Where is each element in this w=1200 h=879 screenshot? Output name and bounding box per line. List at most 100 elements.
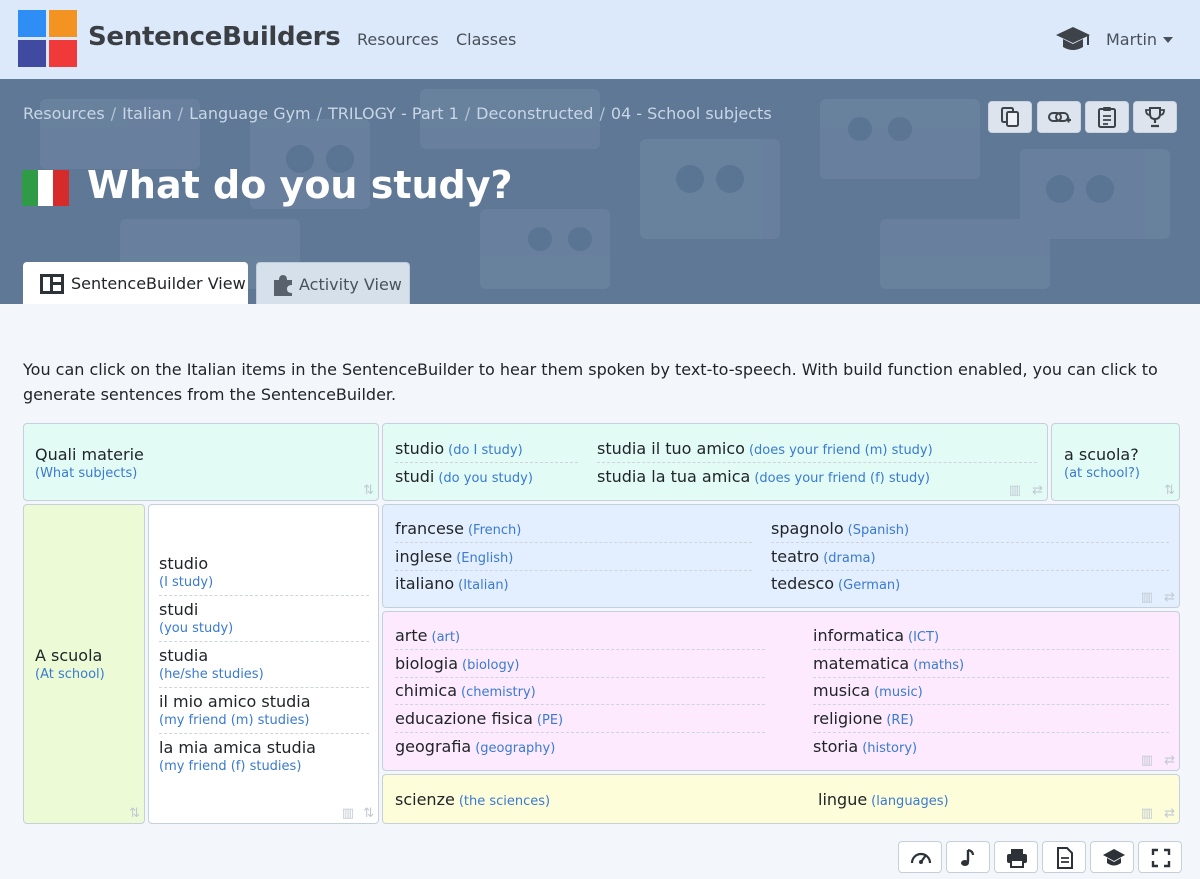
sort-arrows-icon[interactable]: ⇅ (1164, 483, 1175, 498)
swap-arrows-icon[interactable]: ⇄ (1164, 590, 1175, 605)
swap-arrows-icon[interactable]: ⇄ (1032, 483, 1043, 498)
nav-link-classes[interactable]: Classes (456, 30, 516, 49)
item-educazione-fisica[interactable]: educazione fisica (PE) (395, 706, 765, 733)
block-extra-subjects[interactable]: scienze (the sciences) lingue (languages) … (382, 774, 1180, 824)
block-verbs[interactable]: studio (I study) studi (you study) studi… (148, 504, 379, 824)
brand-name[interactable]: SentenceBuilders (88, 22, 341, 52)
item-tedesco[interactable]: tedesco (German) (771, 571, 1169, 598)
item-inglese[interactable]: inglese (English) (395, 544, 752, 571)
item-geografia[interactable]: geografia (geography) (395, 734, 765, 761)
item-italiano[interactable]: italiano (Italian) (395, 571, 752, 598)
item-matematica[interactable]: matematica (maths) (813, 651, 1169, 678)
english-text: (do I study) (448, 443, 523, 458)
breadcrumb-item-resources[interactable]: Resources (23, 104, 105, 123)
user-menu-name[interactable]: Martin (1106, 30, 1157, 49)
divider (597, 462, 1037, 463)
item-informatica[interactable]: informatica (ICT) (813, 623, 1169, 650)
item-a-scuola-q[interactable]: a scuola? (at school?) (1064, 445, 1140, 481)
block-quali-materie[interactable]: Quali materie (What subjects) ⇅ (23, 423, 379, 501)
copy-button[interactable] (988, 101, 1032, 133)
tab-sentencebuilder-view[interactable]: SentenceBuilder View (23, 262, 248, 304)
italian-text: informatica (ICT) (813, 626, 940, 645)
item-biologia[interactable]: biologia (biology) (395, 651, 765, 678)
italian-text: la mia amica studia (159, 738, 316, 757)
speed-button[interactable] (898, 841, 942, 873)
item-studio-q[interactable]: studio (do I study) (395, 439, 523, 458)
italian-text: storia (history) (813, 737, 918, 756)
english-text: (RE) (886, 713, 914, 728)
item-quali-materie[interactable]: Quali materie (What subjects) (35, 445, 144, 481)
audio-button[interactable] (946, 841, 990, 873)
english-text: (the sciences) (458, 794, 551, 809)
item-studi[interactable]: studi (you study) (159, 600, 369, 642)
teach-button[interactable] (1090, 841, 1134, 873)
trophy-button[interactable] (1133, 101, 1177, 133)
columns-icon[interactable]: ▥ (1141, 590, 1153, 605)
share-link-button[interactable] (1037, 101, 1081, 133)
item-studio[interactable]: studio (I study) (159, 554, 369, 596)
english-text: (French) (467, 523, 522, 538)
columns-icon[interactable]: ▥ (1141, 806, 1153, 821)
tab-activity-view[interactable]: Activity View (256, 262, 410, 304)
swap-arrows-icon[interactable]: ⇄ (1164, 753, 1175, 768)
fullscreen-button[interactable] (1138, 841, 1182, 873)
english-text: (maths) (913, 658, 965, 673)
italian-text: studia (159, 646, 209, 665)
logo-icon[interactable] (18, 10, 78, 68)
link-icon (1048, 112, 1071, 123)
item-scienze[interactable]: scienze (the sciences) (395, 790, 550, 809)
chevron-down-icon[interactable] (1163, 37, 1173, 43)
nav-link-resources[interactable]: Resources (357, 30, 439, 49)
clipboard-button[interactable] (1085, 101, 1129, 133)
item-storia[interactable]: storia (history) (813, 734, 1169, 761)
item-la-mia-amica-studia[interactable]: la mia amica studia (my friend (f) studi… (159, 738, 369, 780)
item-religione[interactable]: religione (RE) (813, 706, 1169, 733)
speedometer-icon (910, 852, 932, 864)
breadcrumb-item-language-gym[interactable]: Language Gym (189, 104, 311, 123)
sort-arrows-icon[interactable]: ⇅ (129, 806, 140, 821)
italian-text: chimica (chemistry) (395, 681, 536, 700)
sort-arrows-icon[interactable]: ⇅ (363, 806, 374, 821)
item-studia-la-tua-amica[interactable]: studia la tua amica (does your friend (f)… (597, 467, 930, 486)
columns-icon[interactable]: ▥ (1141, 753, 1153, 768)
italian-text: il mio amico studia (159, 692, 311, 711)
item-studi-q[interactable]: studi (do you study) (395, 467, 533, 486)
graduation-cap-icon[interactable] (1055, 24, 1091, 54)
item-studia[interactable]: studia (he/she studies) (159, 646, 369, 688)
item-il-mio-amico-studia[interactable]: il mio amico studia (my friend (m) studi… (159, 692, 369, 734)
block-question-verbs[interactable]: studio (do I study) studi (do you study) s… (382, 423, 1048, 501)
flag-stripe-green (22, 170, 38, 206)
breadcrumb-item-italian[interactable]: Italian (122, 104, 172, 123)
swap-arrows-icon[interactable]: ⇄ (1164, 806, 1175, 821)
item-a-scuola[interactable]: A scuola (At school) (35, 646, 105, 682)
item-lingue[interactable]: lingue (languages) (818, 790, 949, 809)
block-a-scuola-question[interactable]: a scuola? (at school?) ⇅ (1051, 423, 1180, 501)
english-text: (chemistry) (461, 685, 536, 700)
breadcrumb-separator: / (316, 104, 323, 123)
item-musica[interactable]: musica (music) (813, 678, 1169, 705)
item-spagnolo[interactable]: spagnolo (Spanish) (771, 516, 1169, 543)
columns-icon[interactable]: ▥ (342, 806, 354, 821)
worksheet-button[interactable] (1042, 841, 1086, 873)
block-a-scuola[interactable]: A scuola (At school) ⇅ (23, 504, 145, 824)
english-text: (at school?) (1064, 466, 1140, 481)
block-subjects[interactable]: arte (art) biologia (biology) chimica (chem… (382, 611, 1180, 771)
grid-layout-icon (40, 274, 64, 294)
divider (395, 462, 578, 463)
block-languages[interactable]: francese (French) inglese (English) italia… (382, 504, 1180, 608)
item-francese[interactable]: francese (French) (395, 516, 752, 543)
english-text: (do you study) (438, 471, 533, 486)
print-button[interactable] (994, 841, 1038, 873)
columns-icon[interactable]: ▥ (1009, 483, 1021, 498)
puzzle-icon (274, 275, 292, 296)
logo-tile-indigo (18, 40, 46, 67)
item-studia-il-tuo-amico[interactable]: studia il tuo amico (does your friend (m)… (597, 439, 933, 458)
item-teatro[interactable]: teatro (drama) (771, 544, 1169, 571)
breadcrumb-item-deconstructed[interactable]: Deconstructed (476, 104, 593, 123)
item-arte[interactable]: arte (art) (395, 623, 765, 650)
intro-text: You can click on the Italian items in th… (23, 360, 1158, 404)
english-text: (my friend (f) studies) (159, 759, 302, 774)
sort-arrows-icon[interactable]: ⇅ (363, 483, 374, 498)
breadcrumb-item-trilogy[interactable]: TRILOGY - Part 1 (328, 104, 459, 123)
item-chimica[interactable]: chimica (chemistry) (395, 678, 765, 705)
